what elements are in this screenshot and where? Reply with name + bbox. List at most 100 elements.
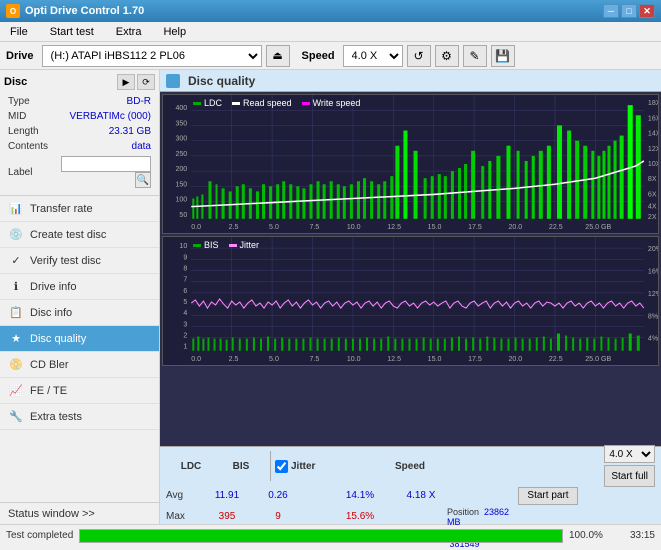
refresh-button[interactable]: ↺ bbox=[407, 45, 431, 67]
svg-text:18X: 18X bbox=[648, 99, 658, 107]
svg-text:16X: 16X bbox=[648, 114, 658, 122]
sidebar-item-create-test-disc[interactable]: 💿 Create test disc bbox=[0, 222, 159, 248]
label-search-button[interactable]: 🔍 bbox=[135, 172, 151, 188]
disc-info-table: Type BD-R MID VERBATIMc (000) Length 23.… bbox=[4, 93, 155, 191]
svg-text:6: 6 bbox=[183, 287, 187, 295]
legend-read-speed: Read speed bbox=[232, 98, 292, 108]
disc-mid-value: VERBATIMc (000) bbox=[52, 110, 153, 123]
ldc-header: LDC bbox=[181, 461, 202, 472]
minimize-button[interactable]: ─ bbox=[603, 4, 619, 18]
svg-text:7.5: 7.5 bbox=[309, 355, 319, 363]
edit-button[interactable]: ✎ bbox=[463, 45, 487, 67]
time-text: 33:15 bbox=[615, 530, 655, 541]
app-title: Opti Drive Control 1.70 bbox=[25, 5, 144, 17]
svg-text:12%: 12% bbox=[648, 290, 658, 298]
svg-text:20%: 20% bbox=[648, 245, 658, 253]
maximize-button[interactable]: □ bbox=[621, 4, 637, 18]
fe-te-icon: 📈 bbox=[8, 384, 24, 398]
speed-select[interactable]: 4.0 X bbox=[343, 45, 403, 67]
drivebar: Drive (H:) ATAPI iHBS112 2 PL06 ⏏ Speed … bbox=[0, 42, 661, 70]
drive-label: Drive bbox=[6, 50, 34, 62]
save-button[interactable]: 💾 bbox=[491, 45, 515, 67]
label-input[interactable] bbox=[61, 156, 151, 172]
svg-text:4X: 4X bbox=[648, 203, 657, 211]
sidebar-label-transfer-rate: Transfer rate bbox=[30, 203, 93, 215]
avg-label: Avg bbox=[166, 490, 201, 501]
sidebar-label-cd-bler: CD Bler bbox=[30, 359, 69, 371]
svg-text:15.0: 15.0 bbox=[428, 223, 442, 231]
speed-label: Speed bbox=[302, 50, 335, 62]
disc-mid-label: MID bbox=[6, 110, 50, 123]
menubar: File Start test Extra Help bbox=[0, 22, 661, 42]
sidebar-item-verify-test-disc[interactable]: ✓ Verify test disc bbox=[0, 248, 159, 274]
svg-text:14X: 14X bbox=[648, 130, 658, 138]
disc-icon-btn-2[interactable]: ⟳ bbox=[137, 74, 155, 90]
svg-text:15.0: 15.0 bbox=[428, 355, 442, 363]
disc-label-label: Label bbox=[6, 155, 50, 189]
sidebar-item-cd-bler[interactable]: 📀 CD Bler bbox=[0, 352, 159, 378]
disc-icon-btn-1[interactable]: ▶ bbox=[117, 74, 135, 90]
start-part-button[interactable]: Start part bbox=[518, 487, 578, 505]
max-bis: 9 bbox=[253, 511, 303, 522]
settings-button[interactable]: ⚙ bbox=[435, 45, 459, 67]
svg-text:10.0: 10.0 bbox=[347, 223, 361, 231]
disc-quality-header-icon bbox=[166, 74, 180, 88]
svg-text:2.5: 2.5 bbox=[229, 355, 239, 363]
svg-text:8: 8 bbox=[183, 265, 187, 273]
disc-quality-header: Disc quality bbox=[160, 70, 661, 92]
drive-info-icon: ℹ bbox=[8, 280, 24, 294]
menu-extra[interactable]: Extra bbox=[110, 24, 148, 40]
sidebar-label-drive-info: Drive info bbox=[30, 281, 76, 293]
menu-start-test[interactable]: Start test bbox=[44, 24, 100, 40]
svg-text:7: 7 bbox=[183, 276, 187, 284]
charts-area: LDC Read speed Write speed bbox=[160, 92, 661, 446]
disc-length-row: Length 23.31 GB bbox=[6, 125, 153, 138]
create-test-disc-icon: 💿 bbox=[8, 228, 24, 242]
svg-text:2.5: 2.5 bbox=[229, 223, 239, 231]
svg-text:12.5: 12.5 bbox=[387, 355, 401, 363]
drive-select[interactable]: (H:) ATAPI iHBS112 2 PL06 bbox=[42, 45, 262, 67]
sidebar-item-extra-tests[interactable]: 🔧 Extra tests bbox=[0, 404, 159, 430]
legend-ldc: LDC bbox=[193, 98, 222, 108]
disc-contents-value: data bbox=[52, 140, 153, 153]
sidebar-label-disc-info: Disc info bbox=[30, 307, 72, 319]
svg-text:6X: 6X bbox=[648, 190, 657, 198]
svg-text:25.0 GB: 25.0 GB bbox=[585, 355, 611, 363]
bis-chart-svg: 10 9 8 7 6 5 4 3 2 1 20% 16% 12% 8% 4% bbox=[163, 237, 658, 365]
max-label: Max bbox=[166, 511, 201, 522]
start-full-button[interactable]: Start full bbox=[604, 465, 655, 487]
status-window-button[interactable]: Status window >> bbox=[0, 502, 159, 524]
sidebar-label-verify-test-disc: Verify test disc bbox=[30, 255, 101, 267]
bis-legend: BIS Jitter bbox=[193, 240, 259, 250]
jitter-header: Jitter bbox=[291, 461, 315, 472]
sidebar-item-disc-quality[interactable]: ★ Disc quality bbox=[0, 326, 159, 352]
svg-text:17.5: 17.5 bbox=[468, 223, 482, 231]
svg-text:9: 9 bbox=[183, 253, 187, 261]
sidebar-item-fe-te[interactable]: 📈 FE / TE bbox=[0, 378, 159, 404]
sidebar-item-drive-info[interactable]: ℹ Drive info bbox=[0, 274, 159, 300]
progress-bar-outer bbox=[79, 529, 563, 543]
svg-text:300: 300 bbox=[175, 135, 187, 143]
svg-text:4%: 4% bbox=[648, 335, 658, 343]
menu-file[interactable]: File bbox=[4, 24, 34, 40]
max-ldc: 395 bbox=[202, 511, 252, 522]
verify-test-disc-icon: ✓ bbox=[8, 254, 24, 268]
disc-type-value: BD-R bbox=[52, 95, 153, 108]
ldc-chart: LDC Read speed Write speed bbox=[162, 94, 659, 234]
sidebar-item-transfer-rate[interactable]: 📊 Transfer rate bbox=[0, 196, 159, 222]
svg-text:0.0: 0.0 bbox=[191, 223, 201, 231]
svg-text:5: 5 bbox=[183, 298, 187, 306]
max-jitter: 15.6% bbox=[325, 511, 395, 522]
close-button[interactable]: ✕ bbox=[639, 4, 655, 18]
eject-button[interactable]: ⏏ bbox=[266, 45, 290, 67]
legend-bis: BIS bbox=[193, 240, 219, 250]
svg-text:400: 400 bbox=[175, 104, 187, 112]
jitter-checkbox[interactable] bbox=[275, 460, 288, 473]
speed-select-stats[interactable]: 4.0 X bbox=[604, 445, 655, 463]
sidebar-item-disc-info[interactable]: 📋 Disc info bbox=[0, 300, 159, 326]
ldc-legend: LDC Read speed Write speed bbox=[193, 98, 360, 108]
svg-text:150: 150 bbox=[175, 180, 187, 188]
bis-chart: BIS Jitter bbox=[162, 236, 659, 366]
svg-text:5.0: 5.0 bbox=[269, 223, 279, 231]
menu-help[interactable]: Help bbox=[157, 24, 192, 40]
